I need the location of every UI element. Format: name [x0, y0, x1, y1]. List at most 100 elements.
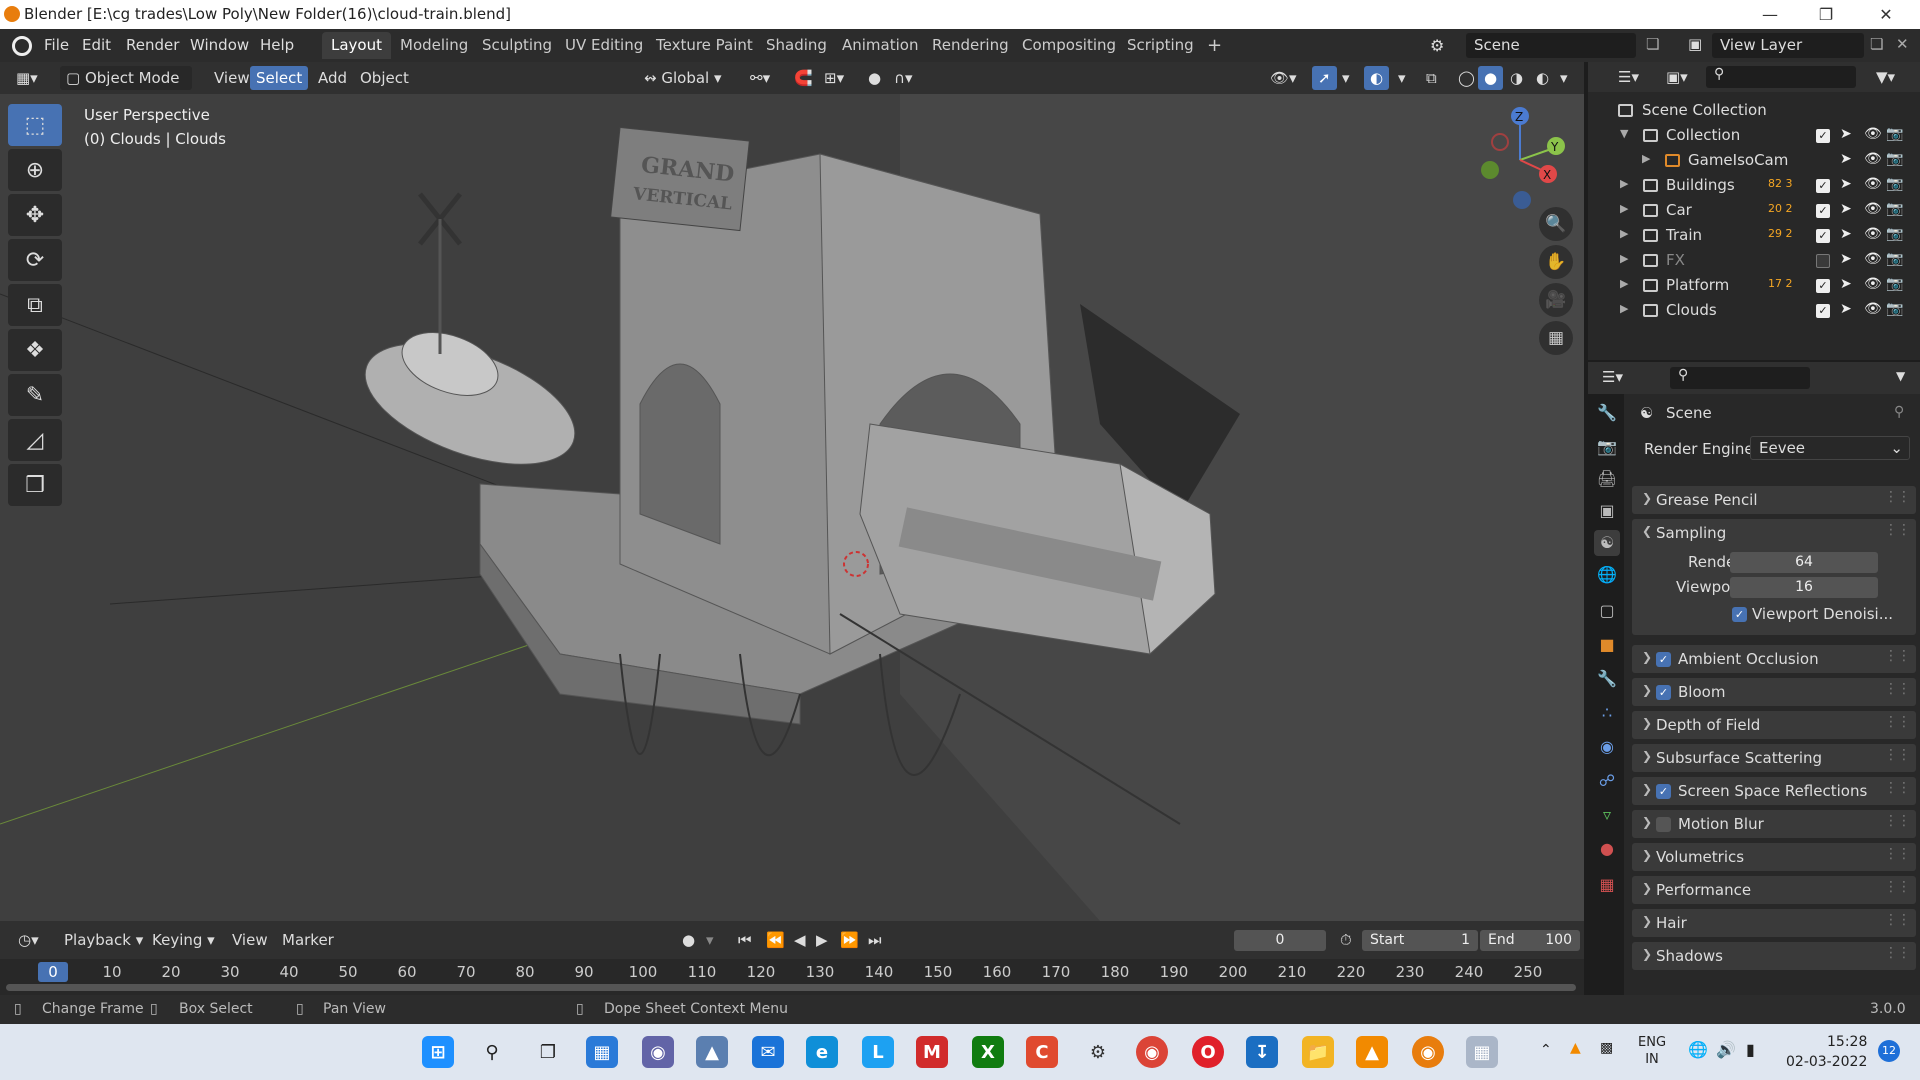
- view-layer-icon[interactable]: ▣: [1688, 35, 1702, 53]
- add-menu[interactable]: Add: [312, 66, 353, 90]
- render-camera-icon[interactable]: 📷: [1886, 251, 1903, 267]
- ortho-toggle-icon[interactable]: ▦: [1539, 321, 1573, 355]
- panel-shadows[interactable]: ❯ Shadows ⋮⋮: [1632, 942, 1916, 970]
- selectable-arrow-icon[interactable]: ➤: [1840, 201, 1852, 217]
- expand-down-icon[interactable]: ▼: [1620, 127, 1628, 140]
- minimize-button[interactable]: —: [1742, 0, 1798, 29]
- windows-start-icon[interactable]: ⊞: [422, 1036, 454, 1068]
- 3d-viewport[interactable]: GRAND VERTICAL User Perspective (0) Clou…: [0, 94, 1584, 921]
- panel-ambient-occlusion[interactable]: ❯ ✓ Ambient Occlusion ⋮⋮: [1632, 645, 1916, 673]
- expand-right-icon[interactable]: ▶: [1620, 177, 1628, 190]
- wireframe-shading-icon[interactable]: ◯: [1452, 66, 1481, 90]
- render-camera-icon[interactable]: 📷: [1886, 201, 1903, 217]
- object-tab-icon[interactable]: ■: [1594, 632, 1620, 658]
- viewport-denoise-checkbox[interactable]: ✓: [1732, 607, 1747, 622]
- rendered-shading-icon[interactable]: ◐: [1530, 66, 1555, 90]
- output-tab-icon[interactable]: 🖨: [1594, 466, 1620, 492]
- vlc-icon[interactable]: ▲: [1356, 1036, 1388, 1068]
- workspace-tab-rendering[interactable]: Rendering: [923, 32, 1018, 59]
- panel-bloom[interactable]: ❯ ✓ Bloom ⋮⋮: [1632, 678, 1916, 706]
- downloader-icon[interactable]: ↧: [1246, 1036, 1278, 1068]
- object-menu[interactable]: Object: [354, 66, 415, 90]
- panel-subsurface-scattering[interactable]: ❯ Subsurface Scattering ⋮⋮: [1632, 744, 1916, 772]
- render-camera-icon[interactable]: 📷: [1886, 151, 1903, 167]
- properties-editor-type-icon[interactable]: ☰▾: [1602, 368, 1623, 386]
- panel-performance[interactable]: ❯ Performance ⋮⋮: [1632, 876, 1916, 904]
- workspace-tab-scripting[interactable]: Scripting: [1118, 32, 1203, 59]
- select-menu[interactable]: Select: [250, 66, 309, 90]
- app-c-icon[interactable]: C: [1026, 1036, 1058, 1068]
- sampling-render-field[interactable]: 64: [1730, 552, 1878, 573]
- editor-type-icon[interactable]: ▦▾: [10, 66, 52, 90]
- tool-tab-icon[interactable]: 🔧: [1594, 400, 1620, 426]
- expand-right-icon[interactable]: ▶: [1620, 227, 1628, 240]
- move-tool-icon[interactable]: ✥: [8, 194, 62, 236]
- scene-name-field[interactable]: Scene: [1466, 33, 1636, 58]
- visibility-eye-icon[interactable]: 👁: [1864, 251, 1882, 267]
- workspace-tab-shading[interactable]: Shading: [757, 32, 836, 59]
- render-tab-icon[interactable]: 📷: [1594, 434, 1620, 460]
- add-cube-tool-icon[interactable]: ❒: [8, 464, 62, 506]
- outliner-editor-type-icon[interactable]: ☰▾: [1618, 68, 1639, 86]
- visibility-eye-icon[interactable]: 👁: [1864, 151, 1882, 167]
- drag-handle-icon[interactable]: ⋮⋮: [1884, 912, 1911, 928]
- play-icon[interactable]: ▶: [810, 928, 834, 952]
- drag-handle-icon[interactable]: ⋮⋮: [1884, 846, 1911, 862]
- panel-hair[interactable]: ❯ Hair ⋮⋮: [1632, 909, 1916, 937]
- selectable-arrow-icon[interactable]: ➤: [1840, 176, 1852, 192]
- workspace-tab-sculpting[interactable]: Sculpting: [473, 32, 561, 59]
- menu-file[interactable]: File: [44, 36, 69, 54]
- panel-screen-space-reflections[interactable]: ❯ ✓ Screen Space Reflections ⋮⋮: [1632, 777, 1916, 805]
- selectable-arrow-icon[interactable]: ➤: [1840, 276, 1852, 292]
- outliner-item-train[interactable]: ▶ Train 29 2 ✓ ➤ 👁 📷: [1588, 223, 1920, 248]
- photos-icon[interactable]: ▲: [696, 1036, 728, 1068]
- panel-enable-checkbox[interactable]: [1656, 817, 1671, 832]
- selectable-arrow-icon[interactable]: ➤: [1840, 126, 1852, 142]
- start-frame-field[interactable]: Start 1: [1362, 930, 1478, 951]
- preview-range-icon[interactable]: ⏱: [1334, 928, 1358, 952]
- selectable-arrow-icon[interactable]: ➤: [1840, 251, 1852, 267]
- battery-icon[interactable]: ▮: [1746, 1040, 1755, 1059]
- exclude-checkbox[interactable]: ✓: [1816, 129, 1830, 143]
- drag-handle-icon[interactable]: ⋮⋮: [1884, 813, 1911, 829]
- xbox-icon[interactable]: X: [972, 1036, 1004, 1068]
- falloff-icon[interactable]: ∩▾: [888, 66, 919, 90]
- search-icon[interactable]: ⚲: [476, 1036, 508, 1068]
- clock[interactable]: 15:28 02-03-2022: [1786, 1032, 1867, 1072]
- outliner-item-fx[interactable]: ▶ FX ➤ 👁 📷: [1588, 248, 1920, 273]
- chrome-icon[interactable]: ◉: [1136, 1036, 1168, 1068]
- panel-sampling[interactable]: ❮ Sampling ⋮⋮ Render 64 Viewport 16 ✓ Vi…: [1632, 519, 1916, 635]
- timeline-scrollbar[interactable]: [6, 984, 1576, 991]
- measure-tool-icon[interactable]: ◿: [8, 419, 62, 461]
- teams-chat-icon[interactable]: ◉: [642, 1036, 674, 1068]
- scale-tool-icon[interactable]: ⧉: [8, 284, 62, 326]
- shading-options-icon[interactable]: ▾: [1554, 66, 1574, 90]
- pivot-point-icon[interactable]: ⚯▾: [744, 66, 776, 90]
- snap-icon[interactable]: 🧲: [788, 66, 819, 90]
- outliner-item-clouds[interactable]: ▶ Clouds ✓ ➤ 👁 📷: [1588, 298, 1920, 323]
- expand-right-icon[interactable]: ▶: [1620, 202, 1628, 215]
- exclude-checkbox[interactable]: ✓: [1816, 229, 1830, 243]
- timeline-view-menu[interactable]: View: [226, 928, 274, 952]
- render-engine-dropdown[interactable]: Eevee ⌄: [1750, 436, 1910, 460]
- workspace-tab-texture-paint[interactable]: Texture Paint: [647, 32, 762, 59]
- view-layer-tab-icon[interactable]: ▣: [1594, 498, 1620, 524]
- expand-right-icon[interactable]: ▶: [1620, 302, 1628, 315]
- language-indicator[interactable]: ENG IN: [1638, 1034, 1666, 1068]
- rotate-tool-icon[interactable]: ⟳: [8, 239, 62, 281]
- drag-handle-icon[interactable]: ⋮⋮: [1884, 945, 1911, 961]
- overlay-toggle-icon[interactable]: ◐: [1364, 66, 1390, 90]
- zoom-view-icon[interactable]: 🔍: [1539, 207, 1573, 241]
- filter-icon[interactable]: ▼▾: [1876, 68, 1895, 86]
- physics-tab-icon[interactable]: ◉: [1594, 734, 1620, 760]
- particles-tab-icon[interactable]: ∴: [1594, 700, 1620, 726]
- panel-enable-checkbox[interactable]: ✓: [1656, 784, 1671, 799]
- new-view-layer-icon[interactable]: ❏: [1870, 35, 1883, 53]
- snap-target-icon[interactable]: ⊞▾: [818, 66, 850, 90]
- constraints-tab-icon[interactable]: ☍: [1594, 768, 1620, 794]
- render-camera-icon[interactable]: 📷: [1886, 176, 1903, 192]
- visibility-eye-icon[interactable]: 👁: [1864, 176, 1882, 192]
- remove-view-layer-icon[interactable]: ✕: [1896, 35, 1909, 53]
- pin-icon[interactable]: ⚲: [1894, 404, 1904, 420]
- selectable-arrow-icon[interactable]: ➤: [1840, 301, 1852, 317]
